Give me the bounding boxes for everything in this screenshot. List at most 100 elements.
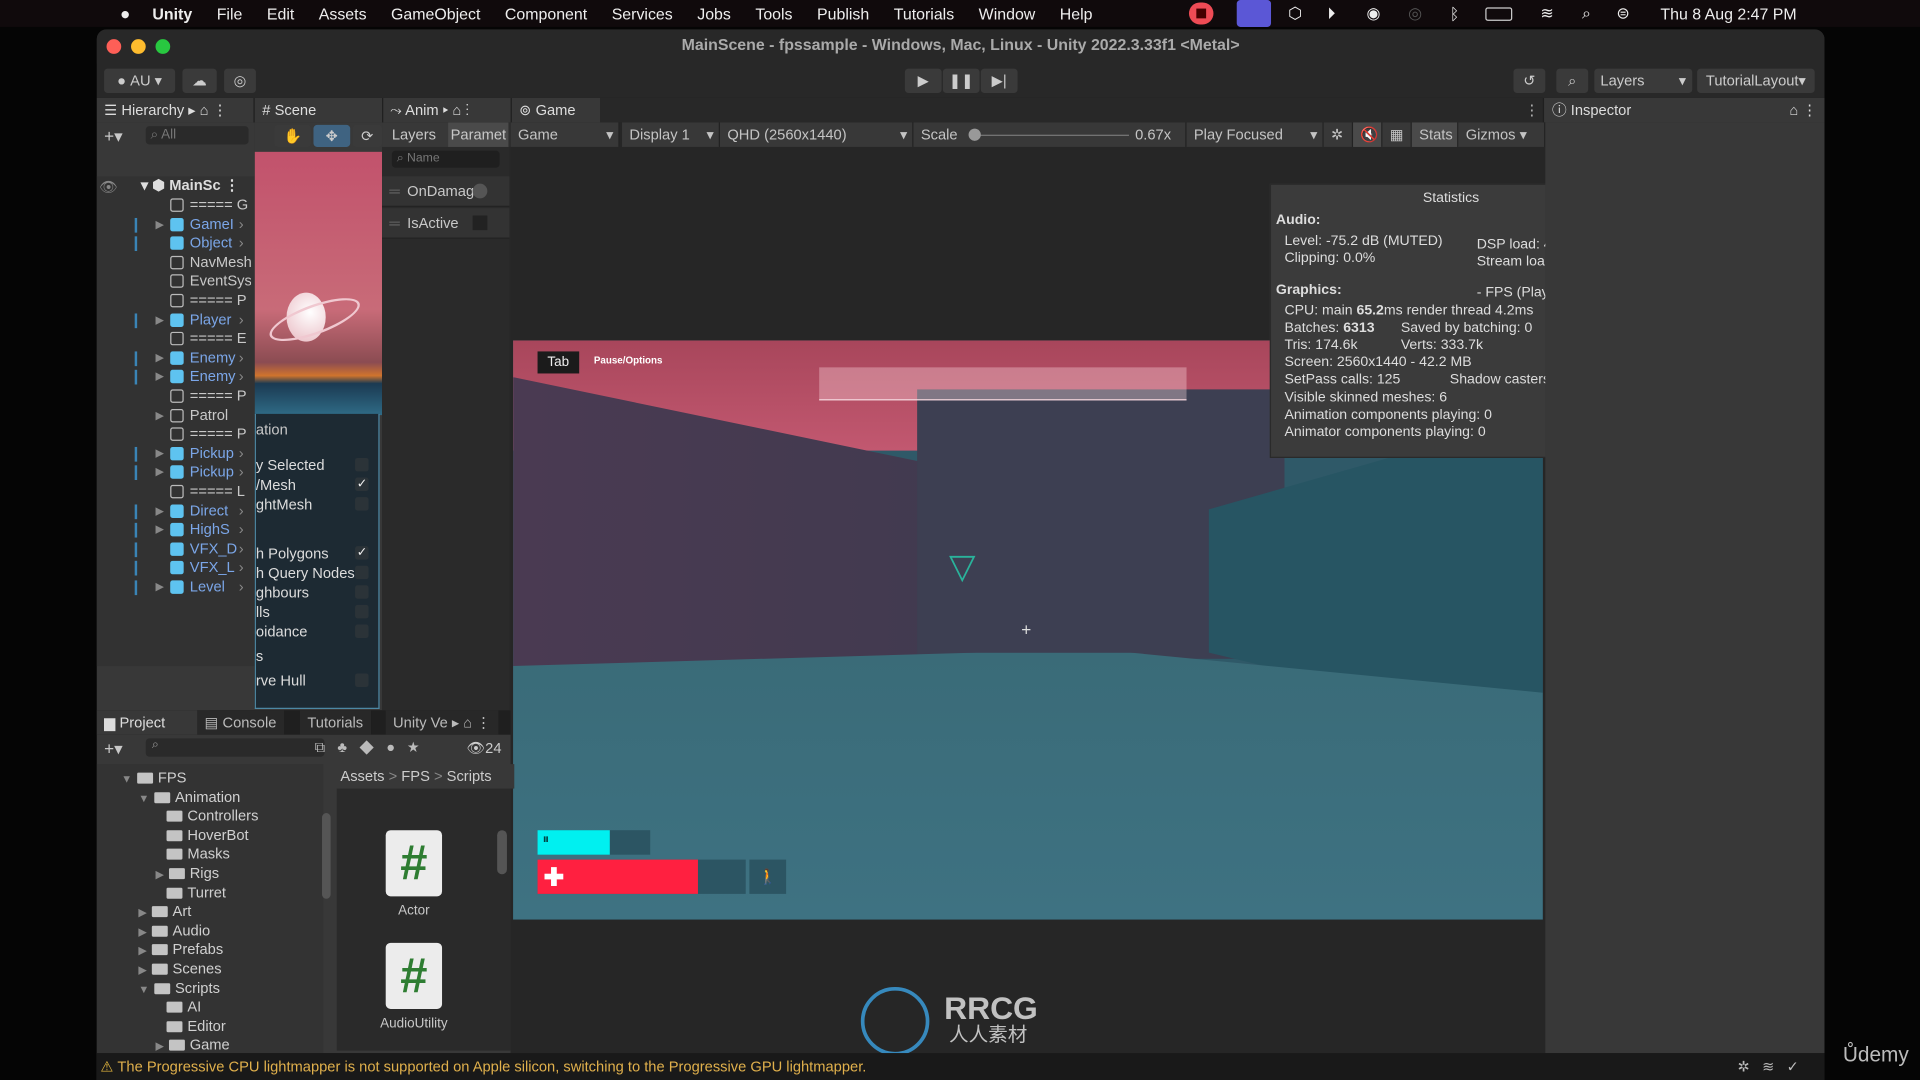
tab-animator[interactable]: ⤳ Anim ▸ ⌂ ⋮ <box>382 97 511 123</box>
nav-option-checkbox[interactable]: ✓ <box>355 477 369 492</box>
control-center-icon[interactable]: ⊜ <box>1616 4 1629 24</box>
project-folder[interactable]: Masks <box>156 845 230 864</box>
chevron-right-icon[interactable]: › <box>239 215 244 234</box>
battery-icon[interactable] <box>1485 7 1513 21</box>
more-icon[interactable]: ⋮ <box>1525 102 1544 119</box>
tab-hierarchy[interactable]: ☰ Hierarchy ▸ ⌂ ⋮ <box>96 97 254 123</box>
project-folder[interactable]: ▶ Art <box>138 903 191 922</box>
menu-services[interactable]: Services <box>612 4 673 22</box>
clock[interactable]: Thu 8 Aug 2:47 PM <box>1660 4 1796 22</box>
screen-share-icon[interactable] <box>1236 0 1272 27</box>
layers-dropdown[interactable]: Layers ▾ <box>1594 68 1693 94</box>
hierarchy-item[interactable]: ▶ Patrol <box>97 406 255 425</box>
airdrop-icon[interactable]: ◎ <box>1408 4 1422 24</box>
menu-component[interactable]: Component <box>505 4 587 22</box>
tab-unity-version-control[interactable]: Unity Ve ▸ ⌂ ⋮ <box>385 710 499 735</box>
expand-arrow-icon[interactable]: ▶ <box>138 945 146 957</box>
play-button[interactable]: ▶ <box>904 68 942 94</box>
expand-arrow-icon[interactable] <box>156 887 162 899</box>
expand-arrow-icon[interactable]: ▶ <box>156 311 164 330</box>
view-type-dropdown[interactable]: Game ▾ <box>510 122 620 147</box>
chevron-right-icon[interactable]: › <box>239 444 244 463</box>
nav-overlay-option[interactable]: /Mesh ✓ <box>256 475 378 495</box>
gizmos-dropdown[interactable]: Gizmos ▾ <box>1458 122 1546 147</box>
tab-tutorials[interactable]: Tutorials <box>300 710 371 735</box>
status-bar[interactable]: ⚠ The Progressive CPU lightmapper is not… <box>96 1053 1825 1080</box>
expand-arrow-icon[interactable]: ▼ <box>138 792 149 804</box>
nav-option-checkbox[interactable] <box>355 585 369 599</box>
expand-arrow-icon[interactable]: ▶ <box>138 925 146 937</box>
wifi-icon[interactable]: ≋ <box>1540 4 1553 24</box>
project-folder[interactable]: ▶ Audio <box>138 922 210 941</box>
chevron-right-icon[interactable]: › <box>239 578 244 597</box>
hierarchy-item[interactable]: ===== P <box>97 291 255 310</box>
expand-arrow-icon[interactable]: ▶ <box>156 406 164 425</box>
visibility-icon[interactable]: 👁 <box>99 179 118 196</box>
project-folder[interactable]: ▼ FPS <box>121 769 186 788</box>
chevron-right-icon[interactable]: › <box>239 521 244 540</box>
project-folder[interactable]: Controllers <box>156 807 258 826</box>
hierarchy-item[interactable]: NavMesh <box>97 253 255 272</box>
hierarchy-item[interactable]: VFX_D › <box>97 540 255 559</box>
account-dropdown[interactable]: ● AU ▾ <box>104 68 176 94</box>
hierarchy-item[interactable]: ===== G <box>97 196 255 215</box>
hierarchy-item[interactable]: ===== L <box>97 482 255 501</box>
bool-checkbox[interactable] <box>472 215 488 231</box>
nav-option-checkbox[interactable] <box>355 497 369 511</box>
project-search[interactable]: ⌕ <box>145 738 325 757</box>
layout-dropdown[interactable]: TutorialLayout ▾ <box>1697 68 1815 94</box>
vsync-button[interactable]: ▦ <box>1382 122 1412 147</box>
menu-jobs[interactable]: Jobs <box>697 4 731 22</box>
parameter-search[interactable]: ⌕ Name <box>391 150 500 168</box>
project-folder[interactable]: ▶ Rigs <box>156 864 220 883</box>
project-filter-icons[interactable]: ⧉♣◆●★ <box>315 738 432 756</box>
project-folder[interactable]: ▼ Scripts <box>138 979 220 998</box>
minimize-button[interactable] <box>131 39 146 54</box>
expand-arrow-icon[interactable]: ▶ <box>156 444 164 463</box>
hierarchy-item[interactable]: ▶ Pickup › <box>97 463 255 482</box>
chevron-right-icon[interactable]: › <box>239 559 244 578</box>
scene-view[interactable] <box>254 151 383 416</box>
nav-overlay-option[interactable]: ghtMesh <box>256 495 378 515</box>
expand-arrow-icon[interactable]: ▶ <box>156 349 164 368</box>
asset-scrollbar[interactable] <box>497 830 507 875</box>
nav-overlay-option[interactable]: ghbours <box>256 583 378 603</box>
menu-gameobject[interactable]: GameObject <box>391 4 480 22</box>
nav-overlay-option[interactable]: s <box>256 647 378 667</box>
hierarchy-item[interactable]: ▶ Enemy › <box>97 368 255 387</box>
tab-scene[interactable]: # Scene <box>254 97 382 123</box>
nav-option-checkbox[interactable] <box>355 457 369 472</box>
expand-arrow-icon[interactable]: ▶ <box>156 578 164 597</box>
asset-label[interactable]: Actor <box>373 904 454 919</box>
close-button[interactable] <box>106 39 122 54</box>
hierarchy-item[interactable]: ===== P <box>97 387 255 406</box>
layers-tab[interactable]: Layers <box>392 126 436 143</box>
chevron-right-icon[interactable]: › <box>239 368 244 387</box>
menu-help[interactable]: Help <box>1060 4 1093 22</box>
nav-overlay-option[interactable]: h Polygons ✓ <box>256 544 378 564</box>
breadcrumb-fps[interactable]: FPS <box>401 768 430 785</box>
chevron-right-icon[interactable]: › <box>239 349 244 368</box>
menu-publish[interactable]: Publish <box>817 4 869 22</box>
project-folder[interactable]: ▶ Scenes <box>138 960 221 979</box>
breadcrumb-scripts[interactable]: Scripts <box>447 768 492 785</box>
play-circle-icon[interactable]: ⏵ <box>1327 4 1335 24</box>
nav-option-checkbox[interactable] <box>355 673 369 687</box>
project-folder[interactable]: ▶ Prefabs <box>138 941 223 960</box>
nav-overlay-option[interactable]: lls <box>256 602 378 622</box>
nav-overlay-option[interactable]: rve Hull <box>256 671 378 691</box>
parameter-row[interactable]: ═ OnDamag <box>382 176 510 207</box>
collab-button[interactable]: ◎ <box>224 68 256 94</box>
expand-arrow-icon[interactable]: ▶ <box>156 368 164 387</box>
tree-scrollbar[interactable] <box>322 813 331 899</box>
expand-arrow-icon[interactable] <box>156 1021 162 1033</box>
stats-toggle[interactable]: Stats <box>1411 122 1459 147</box>
hierarchy-item[interactable]: ===== P <box>97 425 255 444</box>
tab-game[interactable]: ⊚ Game <box>511 97 600 123</box>
expand-arrow-icon[interactable] <box>156 849 162 861</box>
project-folder[interactable]: Editor <box>156 1017 226 1036</box>
move-tool[interactable]: ✥ <box>313 124 351 147</box>
expand-arrow-icon[interactable]: ▶ <box>156 215 164 234</box>
breadcrumb-assets[interactable]: Assets <box>340 768 384 785</box>
hierarchy-item[interactable]: VFX_L › <box>97 559 255 578</box>
